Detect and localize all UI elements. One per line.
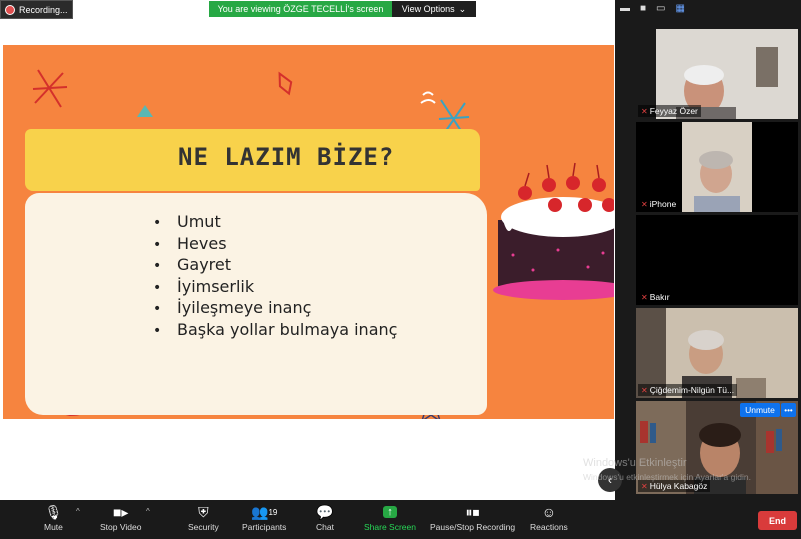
layout-icon[interactable]: ▭	[656, 3, 665, 14]
chevron-down-icon: ⌄	[458, 3, 467, 14]
mute-options-caret[interactable]: ^	[76, 507, 80, 516]
unmute-button[interactable]: Unmute	[740, 403, 780, 417]
presentation-slide: NE LAZIM BİZE? • Umut • Heves • Gayret • İyi…	[3, 45, 614, 419]
recording-label: Recording...	[19, 4, 68, 15]
participant-tile[interactable]: ✕ Feyyaz Özer	[636, 29, 798, 119]
muted-mic-icon: ✕	[641, 106, 648, 116]
participant-count: 19	[268, 507, 278, 517]
filmstrip-icon[interactable]: ■	[640, 3, 646, 14]
muted-mic-icon: ✕	[641, 199, 648, 209]
video-camera-icon: ■▸	[112, 503, 129, 520]
share-arrow-icon: ↑	[383, 506, 397, 518]
stop-video-button[interactable]: ■▸ Stop Video	[100, 502, 141, 533]
list-item: • Başka yollar bulmaya inanç	[153, 319, 398, 339]
share-screen-button[interactable]: ↑ Share Screen	[364, 502, 416, 532]
participants-button[interactable]: 👥 19 Participants	[242, 502, 286, 533]
list-item: • Gayret	[153, 255, 232, 274]
participant-name-tag: ✕ Çiğdemim-Nilgün Tü...	[638, 384, 738, 396]
viewing-banner: You are viewing ÖZGE TECELLİ's screen	[209, 1, 392, 17]
view-options-button[interactable]: View Options ⌄	[392, 1, 476, 17]
slide-bullet-list: • Umut • Heves • Gayret • İyimserlik • İyileş…	[153, 212, 397, 341]
shared-screen: NE LAZIM BİZE? • Umut • Heves • Gayret • İyi…	[0, 0, 615, 500]
chat-bubble-icon: 💬	[316, 503, 334, 520]
muted-mic-icon: ✕	[641, 292, 648, 302]
pause-stop-icon: ⏸⏹	[465, 503, 480, 520]
windows-activation-watermark: Windows'u Etkinleştir Windows'u etkinleş…	[583, 457, 751, 482]
recording-indicator[interactable]: Recording...	[0, 0, 73, 19]
end-meeting-button[interactable]: End	[758, 511, 797, 530]
gallery-controls: ▬ ■ ▭ ▦	[620, 3, 685, 14]
participant-name-tag: ✕ Feyyaz Özer	[638, 105, 701, 117]
participant-name-tag: ✕ Bakır	[638, 291, 673, 303]
record-icon	[5, 4, 15, 15]
more-options-button[interactable]: •••	[781, 403, 796, 417]
minimize-icon[interactable]: ▬	[620, 3, 630, 14]
video-options-caret[interactable]: ^	[146, 507, 150, 516]
view-options-label: View Options	[401, 4, 455, 14]
participant-name-tag: ✕ iPhone	[638, 198, 680, 210]
participant-tile[interactable]: ✕ Bakır	[636, 215, 798, 305]
list-item: • Umut	[153, 212, 221, 231]
reactions-button[interactable]: ☺ Reactions	[530, 502, 568, 532]
muted-mic-icon: ✕	[641, 385, 648, 395]
pause-stop-recording-button[interactable]: ⏸⏹ Pause/Stop Recording	[430, 502, 515, 533]
list-item: • İyileşmeye inanç	[153, 298, 312, 317]
list-item: • Heves	[153, 233, 227, 253]
shield-icon: ⛨	[198, 503, 209, 520]
microphone-icon: 🎙	[44, 503, 63, 520]
mute-button[interactable]: 🎙 Mute	[44, 502, 63, 533]
smiley-icon: ☺	[541, 504, 557, 520]
slide-title: NE LAZIM BİZE?	[178, 143, 395, 171]
people-icon: 👥 19	[251, 503, 278, 520]
list-item: • İyimserlik	[153, 276, 255, 296]
grid-view-icon[interactable]: ▦	[676, 3, 685, 14]
participant-tile[interactable]: ✕ iPhone	[636, 122, 798, 212]
participant-tile[interactable]: ✕ Çiğdemim-Nilgün Tü...	[636, 308, 798, 398]
chat-button[interactable]: 💬 Chat	[316, 502, 334, 533]
security-button[interactable]: ⛨ Security	[188, 502, 219, 533]
